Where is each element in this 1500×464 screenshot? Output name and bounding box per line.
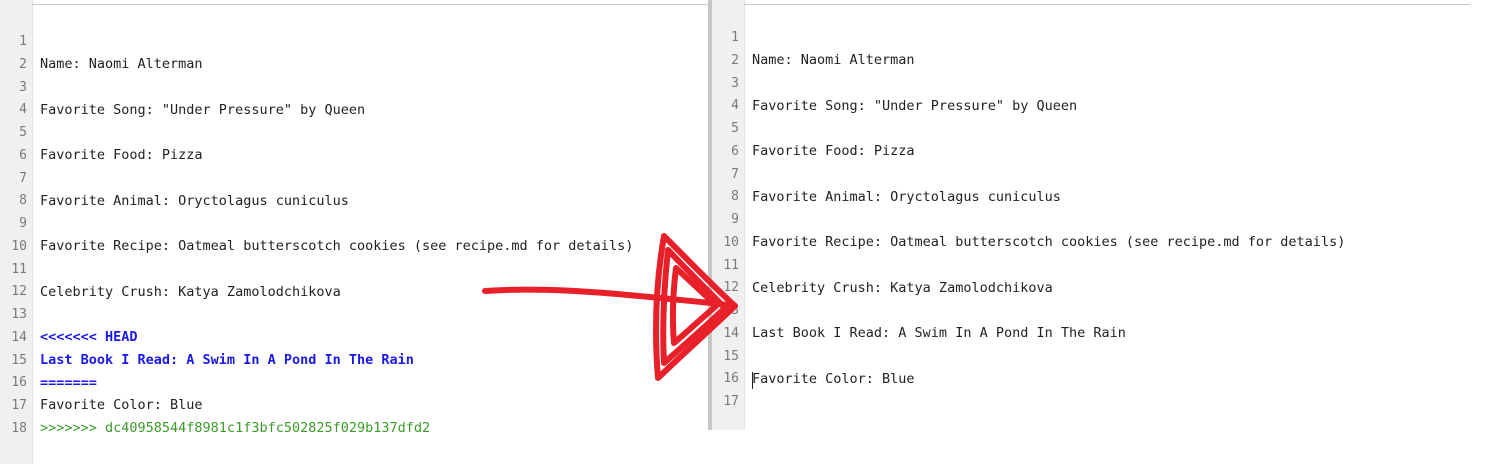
conflict-marker-incoming: >>>>>>> dc40958544f8981c1f3bfc502825f029… xyxy=(40,420,431,436)
editor-line[interactable]: 12 xyxy=(0,259,708,299)
editor-line[interactable]: 6 xyxy=(0,123,708,163)
editor-line[interactable]: 2 xyxy=(0,32,708,72)
editor-line[interactable]: 9 Favorite Recipe: Oatmeal butterscotch … xyxy=(0,191,708,254)
editor-line[interactable]: 10 xyxy=(0,214,708,254)
editor-line[interactable]: 11 Celebrity Crush: Katya Zamolodchikova xyxy=(0,237,708,300)
editor-line[interactable]: 17 >>>>>>> dc40958544f8981c1f3bfc502825f… xyxy=(0,373,708,436)
editor-line[interactable]: 14 xyxy=(712,301,1500,341)
editor-line[interactable]: 7 Favorite Animal: Oryctolagus cuniculus xyxy=(712,142,1500,205)
right-editor-pane[interactable]: 1 Name: Naomi Alterman 2 3 Favorite Song… xyxy=(712,0,1500,430)
line-number: 17 xyxy=(723,394,739,409)
editor-line[interactable]: 11 Celebrity Crush: Katya Zamolodchikova xyxy=(712,233,1500,296)
editor-line[interactable]: 10 xyxy=(712,210,1500,250)
editor-line[interactable]: 13 <<<<<<< HEAD xyxy=(0,282,708,345)
editor-line[interactable]: 8 xyxy=(0,168,708,208)
editor-line[interactable]: 15 ======= xyxy=(0,328,708,391)
editor-line[interactable]: 16 Favorite Color: Blue xyxy=(0,350,708,413)
line-number: 18 xyxy=(11,421,27,436)
editor-line[interactable]: 2 xyxy=(712,28,1500,68)
left-editor-pane[interactable]: 1 Name: Naomi Alterman 2 3 Favorite Song… xyxy=(0,0,708,464)
editor-line[interactable]: 6 xyxy=(712,119,1500,159)
editor-line[interactable]: 12 xyxy=(712,255,1500,295)
editor-line-active[interactable]: 17 xyxy=(712,369,1500,409)
editor-line[interactable]: 3 Favorite Song: "Under Pressure" by Que… xyxy=(0,55,708,118)
top-border xyxy=(32,4,708,5)
editor-line[interactable]: 5 Favorite Food: Pizza xyxy=(712,96,1500,159)
editor-line[interactable]: 9 Favorite Recipe: Oatmeal butterscotch … xyxy=(712,187,1500,250)
editor-line[interactable]: 5 Favorite Food: Pizza xyxy=(0,100,708,163)
editor-line[interactable]: 18 xyxy=(0,396,708,436)
editor-line[interactable]: 4 xyxy=(712,73,1500,113)
editor-line[interactable]: 1 Name: Naomi Alterman xyxy=(0,9,708,72)
editor-line[interactable]: 4 xyxy=(0,77,708,117)
editor-line[interactable]: 8 xyxy=(712,164,1500,204)
editor-line[interactable]: 16 xyxy=(712,346,1500,386)
editor-line[interactable]: 7 Favorite Animal: Oryctolagus cuniculus xyxy=(0,146,708,209)
editor-line[interactable]: 1 Name: Naomi Alterman xyxy=(712,5,1500,68)
editor-line[interactable]: 15 Favorite Color: Blue xyxy=(712,324,1500,387)
editor-line[interactable]: 13 Last Book I Read: A Swim In A Pond In… xyxy=(712,278,1500,341)
editor-line[interactable]: 14 Last Book I Read: A Swim In A Pond In… xyxy=(0,305,708,368)
editor-line[interactable]: 3 Favorite Song: "Under Pressure" by Que… xyxy=(712,51,1500,114)
text-cursor xyxy=(752,372,753,389)
